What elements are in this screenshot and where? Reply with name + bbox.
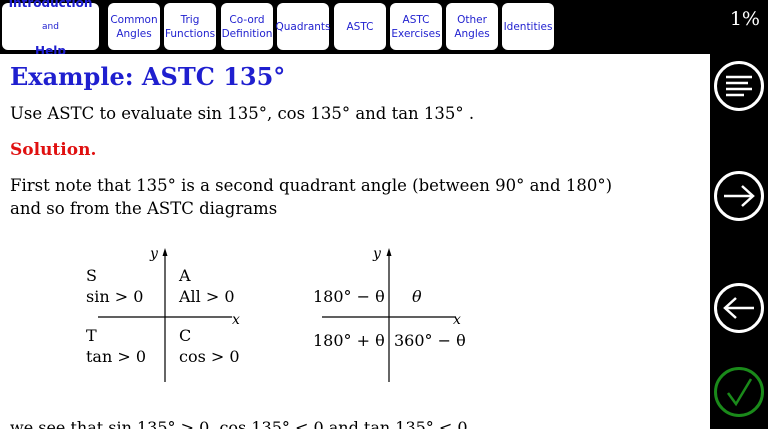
x-axis-label: x — [453, 312, 461, 328]
astc-diagrams-axes — [98, 248, 456, 382]
quadrant-t-text: tan > 0 — [86, 347, 147, 366]
quadrant-4-angle: 360° − θ — [394, 331, 466, 350]
top-navigation: Introduction and Help Common Angles Trig… — [0, 0, 710, 57]
tab-astc-exercises[interactable]: ASTC Exercises — [390, 3, 442, 50]
arrow-left-icon — [723, 297, 754, 319]
sidebar-navigation — [710, 54, 768, 429]
lesson-content: Example: ASTC 135° Use ASTC to evaluate … — [0, 54, 710, 429]
tab-introduction-and-help[interactable]: Introduction and Help — [2, 0, 99, 57]
quadrant-2-angle: 180° − θ — [313, 287, 385, 306]
y-axis-label: y — [373, 246, 381, 262]
quadrant-c-text: cos > 0 — [179, 347, 240, 366]
tab-coord-definition[interactable]: Co-ord Definition — [221, 3, 273, 50]
quadrant-c-letter: C — [179, 326, 192, 345]
tab-label: and — [42, 21, 59, 32]
tab-common-angles[interactable]: Common Angles — [108, 3, 160, 50]
menu-icon — [726, 75, 752, 97]
progress-percent: 1% — [729, 8, 760, 30]
quadrant-a-letter: A — [179, 266, 191, 285]
tab-quadrants[interactable]: Quadrants — [276, 3, 331, 50]
tab-astc[interactable]: ASTC — [334, 3, 386, 50]
previous-page-button[interactable] — [714, 283, 764, 333]
quadrant-s-letter: S — [86, 266, 97, 285]
check-answer-button[interactable] — [714, 367, 764, 417]
y-axis-label: y — [150, 246, 158, 262]
next-page-button[interactable] — [714, 171, 764, 221]
x-axis-label: x — [232, 312, 240, 328]
arrow-right-icon — [724, 185, 755, 207]
quadrant-t-letter: T — [86, 326, 97, 345]
quadrant-a-text: All > 0 — [179, 287, 235, 306]
tab-label: Introduction — [8, 0, 93, 10]
quadrant-3-angle: 180° + θ — [313, 331, 385, 350]
tab-identities[interactable]: Identities — [502, 3, 554, 50]
menu-button[interactable] — [714, 61, 764, 111]
quadrant-1-angle: θ — [412, 287, 422, 306]
tab-other-angles[interactable]: Other Angles — [446, 3, 498, 50]
quadrant-s-text: sin > 0 — [86, 287, 144, 306]
conclusion-line-partial: we see that sin 135° > 0, cos 135° < 0 a… — [10, 418, 468, 429]
tab-trig-functions[interactable]: Trig Functions — [164, 3, 216, 50]
checkmark-icon — [726, 378, 753, 407]
